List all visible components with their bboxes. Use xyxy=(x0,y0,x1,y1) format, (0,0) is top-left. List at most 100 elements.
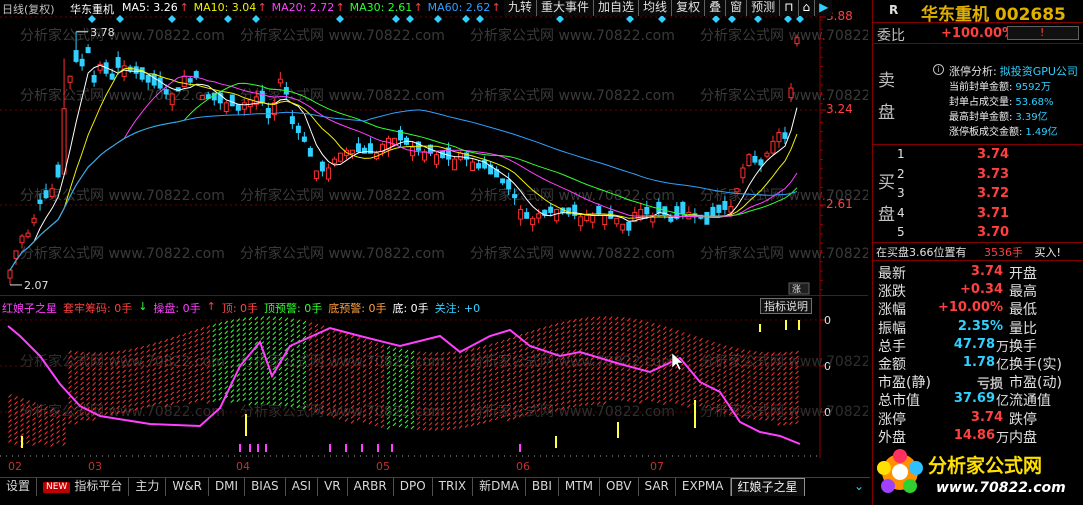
new-badge: NEW xyxy=(43,482,71,493)
candle-body xyxy=(716,204,722,213)
tab-label: 设置 xyxy=(6,479,31,493)
tab-5[interactable]: BIAS xyxy=(245,478,286,496)
info-icon: i xyxy=(933,64,944,75)
toolbar-button[interactable]: 叠 xyxy=(705,0,727,16)
tab-label: ASI xyxy=(291,479,312,493)
bid-level: 1 xyxy=(897,147,905,161)
month-label: 03 xyxy=(88,460,102,473)
tab-15[interactable]: SAR xyxy=(639,478,676,496)
candle-body xyxy=(770,140,776,154)
candle-body xyxy=(49,188,55,198)
ma-arrow-up-icon: ↑ xyxy=(413,1,423,14)
tab-14[interactable]: OBV xyxy=(600,478,639,496)
tab-8[interactable]: ARBR xyxy=(348,478,394,496)
stock-name: 华东重机 xyxy=(70,3,114,16)
quote-label: 涨幅 xyxy=(878,302,906,319)
candle-body xyxy=(115,57,121,68)
candle-body xyxy=(313,170,319,179)
bid-price: 3.70 xyxy=(977,225,1010,240)
quote-label-right: 流通值 xyxy=(1009,393,1051,410)
bid-level: 4 xyxy=(897,205,905,220)
watermark: 分析家公式网 www.70822.com xyxy=(470,87,675,104)
ma-legend-item: MA30: 2.61 xyxy=(349,1,413,14)
watermark: 分析家公式网 www.70822.com xyxy=(470,187,675,204)
tab-6[interactable]: ASI xyxy=(286,478,319,496)
tab-label: DMI xyxy=(214,479,239,493)
month-label: 06 xyxy=(516,460,530,473)
candle-body xyxy=(434,154,440,165)
play-icon[interactable]: ▶ xyxy=(815,0,833,16)
quote-label-right: 换手 xyxy=(1009,338,1037,355)
toolbar-button[interactable]: 九转 xyxy=(504,0,538,16)
quote-unit: 万 xyxy=(995,430,1009,446)
weibi-label: 委比 xyxy=(877,28,905,44)
candle-body xyxy=(764,152,770,157)
limit-key: 涨停分析: xyxy=(949,65,997,78)
quote-panel: R 华东重机 002685 委比 +100.00% ! 卖 盘 i 涨停分析: 拟… xyxy=(872,0,1083,505)
bid-price: 3.72 xyxy=(977,186,1010,201)
toolbar-button[interactable]: 均线 xyxy=(639,0,673,16)
tab-9[interactable]: DPO xyxy=(394,478,433,496)
lock-icon[interactable]: ⊓ xyxy=(780,0,799,16)
tab-label: MTM xyxy=(564,479,593,493)
candle-body xyxy=(506,179,512,190)
candle-body xyxy=(656,201,662,213)
tab-0[interactable]: 设置 xyxy=(0,478,38,496)
bid-level: 5 xyxy=(897,225,905,239)
candle-body xyxy=(626,221,632,231)
candle-body xyxy=(740,167,746,179)
tab-label: 新DMA xyxy=(479,479,519,493)
toolbar-button[interactable]: 加自选 xyxy=(594,0,640,16)
candle-body xyxy=(458,152,464,160)
toolbar-button[interactable]: 复权 xyxy=(672,0,706,16)
indicator-chart[interactable]: 000分析家公式网 www.70822.com 分析家公式网 www.70822.… xyxy=(0,296,868,458)
toolbar-button[interactable]: 预测 xyxy=(747,0,781,16)
tab-label: DPO xyxy=(399,479,426,493)
quote-label-right: 量比 xyxy=(1009,320,1037,337)
watermark: 分析家公式网 www.70822.com xyxy=(240,27,445,44)
buy-notice-text: 在买盘3.66位置有 xyxy=(876,246,967,259)
bid-row[interactable]: 4 3.71 xyxy=(897,206,1077,221)
site-logo: 分析家公式网 www.70822.com xyxy=(877,449,1066,496)
quote-value: 37.69 xyxy=(953,391,995,407)
tab-13[interactable]: MTM xyxy=(559,478,600,496)
tab-11[interactable]: 新DMA xyxy=(473,478,526,496)
indicator-value: 关注: +0 xyxy=(434,302,481,315)
tab-scroll-icon[interactable]: ⌄ xyxy=(848,478,870,496)
tab-17[interactable]: 红娘子之星 xyxy=(730,478,805,496)
candlestick-chart[interactable]: 分析家公式网 www.70822.com 分析家公式网 www.70822.com… xyxy=(0,0,868,296)
tab-7[interactable]: VR xyxy=(318,478,348,496)
quote-label-right: 最低 xyxy=(1009,302,1037,319)
home-icon[interactable]: ⌂ xyxy=(798,0,816,16)
candle-body xyxy=(25,232,31,238)
candle-body xyxy=(710,206,716,216)
buy-notice-volume: 3536手 xyxy=(984,246,1023,259)
watermark: 分析家公式网 www.70822.com xyxy=(700,245,868,262)
candle-body xyxy=(470,161,476,171)
indicator-value: 顶: 0手 xyxy=(221,302,259,315)
toolbar-button[interactable]: 窗 xyxy=(726,0,748,16)
tab-1[interactable]: NEW 指标平台 xyxy=(37,478,130,496)
tab-3[interactable]: W&R xyxy=(166,478,209,496)
watermark: 分析家公式网 www.70822.com xyxy=(240,87,445,104)
tab-12[interactable]: BBI xyxy=(526,478,559,496)
bid-row[interactable]: 5 3.70 xyxy=(897,225,1077,240)
bid-row[interactable]: 3 3.72 xyxy=(897,186,1077,201)
bid-row[interactable]: 1 3.74 xyxy=(897,147,1077,162)
tab-label: 指标平台 xyxy=(74,479,123,493)
weibi-bar: ! xyxy=(1007,26,1079,40)
watermark: 分析家公式网 www.70822.com xyxy=(470,27,675,44)
indicator-help-button[interactable]: 指标说明 xyxy=(760,298,812,314)
bid-row[interactable]: 2 3.73 xyxy=(897,167,1077,182)
quote-label: 总手 xyxy=(878,338,906,355)
flower-icon xyxy=(877,449,923,493)
tab-2[interactable]: 主力 xyxy=(129,478,167,496)
toolbar-button[interactable]: 重大事件 xyxy=(537,0,595,16)
tab-16[interactable]: EXPMA xyxy=(676,478,731,496)
tab-10[interactable]: TRIX xyxy=(433,478,474,496)
tab-4[interactable]: DMI xyxy=(209,478,246,496)
candle-body xyxy=(704,211,710,225)
warning-icon: ! xyxy=(1040,26,1045,39)
ma-arrow-up-icon: ↑ xyxy=(491,1,501,14)
candle-body xyxy=(500,178,506,184)
